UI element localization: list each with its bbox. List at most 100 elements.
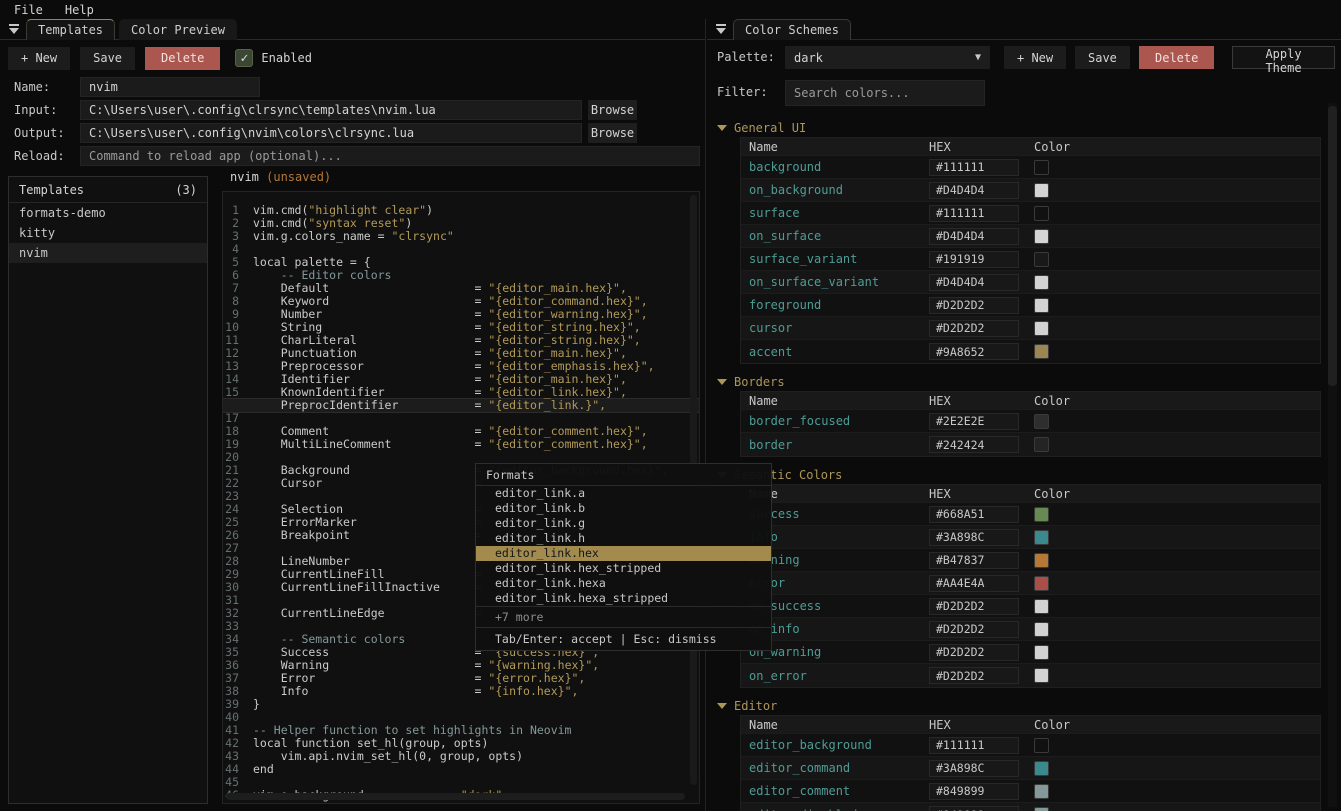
apply-theme-button[interactable]: Apply Theme [1232, 46, 1335, 69]
section-header[interactable]: Semantic Colors [717, 466, 1321, 484]
color-swatch[interactable] [1034, 160, 1049, 175]
hex-value-input[interactable]: #D2D2D2 [929, 320, 1019, 337]
palette-dropdown[interactable]: dark ▼ [785, 46, 990, 69]
menu-item-help[interactable]: Help [65, 3, 94, 17]
hex-value-input[interactable]: #191919 [929, 251, 1019, 268]
color-swatch[interactable] [1034, 321, 1049, 336]
color-name[interactable]: on_error [741, 669, 921, 683]
code-line[interactable]: 19 MultiLineComment = "{editor_comment.h… [223, 438, 699, 451]
hex-value-input[interactable]: #D2D2D2 [929, 667, 1019, 684]
color-swatch[interactable] [1034, 252, 1049, 267]
color-name[interactable]: on_background [741, 183, 921, 197]
color-swatch[interactable] [1034, 298, 1049, 313]
color-swatch[interactable] [1034, 761, 1049, 776]
new-template-button[interactable]: + New [8, 47, 70, 70]
output-browse-button[interactable]: Browse [588, 123, 637, 143]
template-item-kitty[interactable]: kitty [9, 223, 207, 243]
popup-item-editor_link.hex_stripped[interactable]: editor_link.hex_stripped [476, 561, 771, 576]
save-palette-button[interactable]: Save [1075, 46, 1130, 69]
color-swatch[interactable] [1034, 507, 1049, 522]
color-name[interactable]: accent [741, 345, 921, 359]
hex-value-input[interactable]: #D2D2D2 [929, 297, 1019, 314]
template-item-nvim[interactable]: nvim [9, 243, 207, 263]
section-header[interactable]: General UI [717, 119, 1321, 137]
color-swatch[interactable] [1034, 414, 1049, 429]
delete-palette-button[interactable]: Delete [1139, 46, 1214, 69]
tab-color-schemes[interactable]: Color Schemes [733, 19, 851, 40]
popup-more-indicator[interactable]: +7 more [476, 606, 771, 627]
hex-value-input[interactable]: #D4D4D4 [929, 274, 1019, 291]
section-header[interactable]: Editor [717, 697, 1321, 715]
popup-item-editor_link.b[interactable]: editor_link.b [476, 501, 771, 516]
new-palette-button[interactable]: + New [1004, 46, 1066, 69]
color-swatch[interactable] [1034, 229, 1049, 244]
popup-item-editor_link.hex[interactable]: editor_link.hex [476, 546, 771, 561]
color-swatch[interactable] [1034, 206, 1049, 221]
code-line[interactable]: PreprocIdentifier = "{editor_link.}", [223, 399, 699, 412]
color-name[interactable]: cursor [741, 321, 921, 335]
enabled-checkbox[interactable]: ✓ [235, 49, 253, 67]
color-swatch[interactable] [1034, 599, 1049, 614]
hex-value-input[interactable]: #D4D4D4 [929, 182, 1019, 199]
output-path-input[interactable] [80, 123, 582, 143]
color-swatch[interactable] [1034, 344, 1049, 359]
color-name[interactable]: editor_background [741, 738, 921, 752]
color-swatch[interactable] [1034, 183, 1049, 198]
color-swatch[interactable] [1034, 553, 1049, 568]
popup-item-editor_link.hexa_stripped[interactable]: editor_link.hexa_stripped [476, 591, 771, 606]
collapse-panel-icon[interactable] [8, 24, 20, 35]
code-line[interactable]: 3vim.g.colors_name = "clrsync" [223, 230, 699, 243]
hex-value-input[interactable]: #D2D2D2 [929, 598, 1019, 615]
editor-horizontal-scrollbar[interactable] [226, 793, 685, 800]
color-name[interactable]: foreground [741, 298, 921, 312]
color-name[interactable]: surface [741, 206, 921, 220]
color-swatch[interactable] [1034, 576, 1049, 591]
section-header[interactable]: Borders [717, 373, 1321, 391]
color-name[interactable]: on_surface_variant [741, 275, 921, 289]
hex-value-input[interactable]: #9A8652 [929, 343, 1019, 360]
popup-item-editor_link.g[interactable]: editor_link.g [476, 516, 771, 531]
hex-value-input[interactable]: #B47837 [929, 552, 1019, 569]
hex-value-input[interactable]: #D2D2D2 [929, 621, 1019, 638]
hex-value-input[interactable]: #849899 [929, 783, 1019, 800]
input-path-input[interactable] [80, 100, 582, 120]
collapse-panel-icon[interactable] [715, 24, 727, 35]
hex-value-input[interactable]: #668A51 [929, 506, 1019, 523]
color-name[interactable]: background [741, 160, 921, 174]
hex-value-input[interactable]: #111111 [929, 205, 1019, 222]
name-input[interactable] [80, 77, 260, 97]
code-line[interactable]: 44end [223, 763, 699, 776]
popup-item-editor_link.hexa[interactable]: editor_link.hexa [476, 576, 771, 591]
scrollbar-thumb[interactable] [1328, 106, 1337, 386]
popup-item-editor_link.a[interactable]: editor_link.a [476, 486, 771, 501]
delete-template-button[interactable]: Delete [145, 47, 220, 70]
reload-command-input[interactable] [80, 146, 700, 166]
hex-value-input[interactable]: #111111 [929, 159, 1019, 176]
color-swatch[interactable] [1034, 738, 1049, 753]
color-swatch[interactable] [1034, 807, 1049, 811]
color-name[interactable]: editor_command [741, 761, 921, 775]
color-swatch[interactable] [1034, 784, 1049, 799]
save-template-button[interactable]: Save [80, 47, 135, 70]
color-swatch[interactable] [1034, 668, 1049, 683]
code-line[interactable]: 43 vim.api.nvim_set_hl(0, group, opts) [223, 750, 699, 763]
color-name[interactable]: on_surface [741, 229, 921, 243]
hex-value-input[interactable]: #3A898C [929, 760, 1019, 777]
color-filter-input[interactable] [785, 80, 985, 106]
color-name[interactable]: editor_disabled [741, 808, 921, 811]
hex-value-input[interactable]: #111111 [929, 737, 1019, 754]
color-name[interactable]: editor_comment [741, 784, 921, 798]
menu-item-file[interactable]: File [14, 3, 43, 17]
hex-value-input[interactable]: #D2D2D2 [929, 644, 1019, 661]
color-swatch[interactable] [1034, 530, 1049, 545]
template-item-formats-demo[interactable]: formats-demo [9, 203, 207, 223]
input-browse-button[interactable]: Browse [588, 100, 637, 120]
color-name[interactable]: surface_variant [741, 252, 921, 266]
code-line[interactable]: 38 Info = "{info.hex}", [223, 685, 699, 698]
hex-value-input[interactable]: #2E2E2E [929, 413, 1019, 430]
color-name[interactable]: border [741, 438, 921, 452]
hex-value-input[interactable]: #AA4E4A [929, 575, 1019, 592]
color-swatch[interactable] [1034, 645, 1049, 660]
hex-value-input[interactable]: #242424 [929, 436, 1019, 453]
color-swatch[interactable] [1034, 437, 1049, 452]
